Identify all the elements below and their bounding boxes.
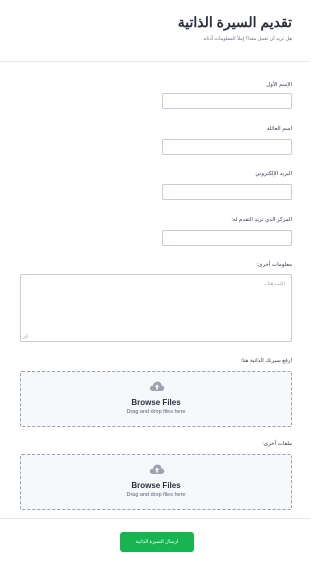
other-files-dropzone[interactable]: Browse Files Drag and drop files here <box>20 454 292 510</box>
email-input[interactable] <box>162 184 292 200</box>
family-name-label: اسم العائلة <box>266 126 292 132</box>
browse-files-label: Browse Files <box>131 398 181 407</box>
first-name-label: الإسم الأول <box>266 82 292 88</box>
browse-files-label: Browse Files <box>131 481 181 490</box>
form-header: تقديم السيرة الذاتية هل تريد أن تعمل معن… <box>0 0 310 62</box>
cloud-upload-icon <box>149 381 165 391</box>
footer-divider <box>0 518 310 519</box>
drag-drop-hint: Drag and drop files here <box>126 409 186 415</box>
resize-handle-icon[interactable] <box>23 334 28 339</box>
page-subtitle: هل تريد أن تعمل معنا؟ إملأ المعلومات أدن… <box>202 36 292 42</box>
email-label: البريد الإلكتروني <box>255 171 292 177</box>
position-label: المركز الذي تريد التقدم له: <box>231 217 292 223</box>
first-name-input[interactable] <box>162 93 292 109</box>
cloud-upload-icon <box>149 464 165 474</box>
page-title: تقديم السيرة الذاتية <box>177 14 292 30</box>
position-input[interactable] <box>162 230 292 246</box>
other-info-textarea[interactable]: اكتب هنا... <box>20 274 292 342</box>
cv-upload-dropzone[interactable]: Browse Files Drag and drop files here <box>20 371 292 427</box>
submit-button[interactable]: ارسال السيرة الذاتية <box>120 532 194 552</box>
other-info-label: معلومات أخرى: <box>256 262 292 268</box>
other-files-label: ملفات أخرى: <box>262 441 292 447</box>
drag-drop-hint: Drag and drop files here <box>126 492 186 498</box>
cv-upload-label: ارفع سيرتك الذاتية هنا: <box>240 358 292 364</box>
family-name-input[interactable] <box>162 139 292 155</box>
other-info-placeholder: اكتب هنا... <box>263 281 285 287</box>
